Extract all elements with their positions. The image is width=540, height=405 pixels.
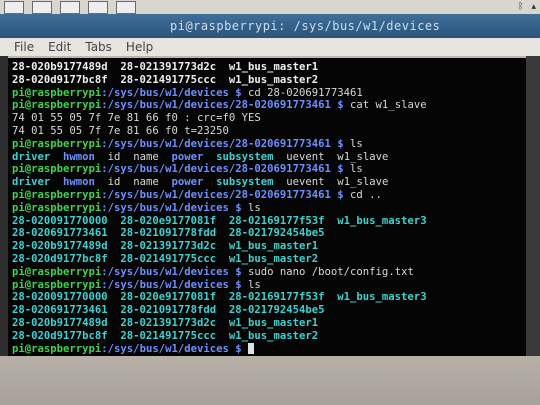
terminal-text: :/sys/bus/w1/devices/28-020691773461 $ xyxy=(101,188,351,201)
terminal-text: pi@raspberrypi xyxy=(12,188,102,201)
terminal-output[interactable]: 28-020b9177489d 28-021391773d2c w1_bus_m… xyxy=(8,58,526,356)
terminal-text: 74 01 55 05 7f 7e 81 66 f0 : crc=f0 YES xyxy=(12,112,261,125)
terminal-text: 28-020691773461 28-021091778fdd 28-02179… xyxy=(12,227,325,240)
menu-edit[interactable]: Edit xyxy=(48,40,71,54)
terminal-text: :/sys/bus/w1/devices/28-020691773461 $ xyxy=(101,163,351,176)
monitor-bezel xyxy=(0,356,540,405)
terminal-text: 28-020091770000 28-020e9177081f 28-02169… xyxy=(12,214,427,227)
terminal-text: ls xyxy=(350,163,363,176)
terminal-text: pi@raspberrypi xyxy=(12,278,102,291)
terminal-text: 28-020b9177489d 28-021391773d2c w1_bus_m… xyxy=(12,61,319,73)
terminal-line: 28-020691773461 28-021091778fdd 28-02179… xyxy=(12,304,522,317)
terminal-text: pi@raspberrypi xyxy=(12,86,102,99)
terminal-line: 28-020d9177bc8f 28-021491775ccc w1_bus_m… xyxy=(12,253,522,266)
terminal-text: :/sys/bus/w1/devices $ xyxy=(101,201,248,214)
terminal-text: 28-020b9177489d 28-021391773d2c w1_bus_m… xyxy=(12,316,319,329)
terminal-line: pi@raspberrypi:/sys/bus/w1/devices/28-02… xyxy=(12,189,522,202)
terminal-text: hwmon xyxy=(63,176,95,189)
terminal-text: :/sys/bus/w1/devices/28-020691773461 $ xyxy=(101,137,351,150)
terminal-line: 28-020091770000 28-020e9177081f 28-02169… xyxy=(12,215,522,228)
terminal-line: 28-020d9177bc8f 28-021491775ccc w1_bus_m… xyxy=(12,330,522,343)
terminal-text: pi@raspberrypi xyxy=(12,163,102,176)
terminal-line: driver hwmon id name power subsystem uev… xyxy=(12,176,522,189)
terminal-line: pi@raspberrypi:/sys/bus/w1/devices/28-02… xyxy=(12,138,522,151)
terminal-text: 28-020691773461 28-021091778fdd 28-02179… xyxy=(12,304,325,317)
top-panel: ᛒ ▴ xyxy=(0,0,540,14)
terminal-line: pi@raspberrypi:/sys/bus/w1/devices $ sud… xyxy=(12,266,522,279)
menu-bar: File Edit Tabs Help xyxy=(0,38,540,56)
terminal-text: 28-020d9177bc8f 28-021491775ccc w1_bus_m… xyxy=(12,73,319,86)
terminal-line: 28-020b9177489d 28-021391773d2c w1_bus_m… xyxy=(12,240,522,253)
terminal-line: 28-020691773461 28-021091778fdd 28-02179… xyxy=(12,227,522,240)
terminal-text: pi@raspberrypi xyxy=(12,99,102,112)
menu-file[interactable]: File xyxy=(14,40,34,54)
terminal-line: 28-020b9177489d 28-021391773d2c w1_bus_m… xyxy=(12,317,522,330)
terminal-text: 28-020d9177bc8f 28-021491775ccc w1_bus_m… xyxy=(12,252,319,265)
terminal-line: driver hwmon id name power subsystem uev… xyxy=(12,151,522,164)
terminal-text: pi@raspberrypi xyxy=(12,201,102,214)
terminal-text: 28-020091770000 28-020e9177081f 28-02169… xyxy=(12,291,427,304)
terminal-line: 28-020b9177489d 28-021391773d2c w1_bus_m… xyxy=(12,61,522,74)
network-icon[interactable]: ▴ xyxy=(531,2,536,12)
terminal-text: 28-020d9177bc8f 28-021491775ccc w1_bus_m… xyxy=(12,329,319,342)
menu-tabs[interactable]: Tabs xyxy=(85,40,112,54)
terminal-text: uevent w1_slave xyxy=(273,150,389,163)
terminal-text: driver xyxy=(12,150,64,163)
terminal-line: pi@raspberrypi:/sys/bus/w1/devices/28-02… xyxy=(12,99,522,112)
terminal-text: subsystem xyxy=(216,150,274,163)
terminal-text: id name xyxy=(94,150,172,163)
terminal-text: :/sys/bus/w1/devices $ xyxy=(101,86,248,99)
terminal-line: pi@raspberrypi:/sys/bus/w1/devices $ cd … xyxy=(12,87,522,100)
monitor-edge-left xyxy=(0,56,8,356)
terminal-text: 74 01 55 05 7f 7e 81 66 f0 t=23250 xyxy=(12,124,229,137)
window-title: pi@raspberrypi: /sys/bus/w1/devices xyxy=(170,19,441,33)
terminal-line: 28-020d9177bc8f 28-021491775ccc w1_bus_m… xyxy=(12,74,522,87)
system-tray: ᛒ ▴ xyxy=(518,0,536,14)
terminal-window-icon[interactable] xyxy=(116,0,136,14)
terminal-text: ls xyxy=(248,278,261,291)
terminal-text: 28-020b9177489d 28-021391773d2c w1_bus_m… xyxy=(12,240,319,253)
terminal-cursor xyxy=(248,342,254,354)
terminal-line: 74 01 55 05 7f 7e 81 66 f0 t=23250 xyxy=(12,125,522,138)
terminal-text: cd .. xyxy=(350,188,382,201)
terminal-text: subsystem xyxy=(216,176,274,189)
terminal-text: power xyxy=(171,176,204,189)
terminal-line: 28-020091770000 28-020e9177081f 28-02169… xyxy=(12,291,522,304)
terminal-text: cat w1_slave xyxy=(350,99,427,112)
terminal-line: 74 01 55 05 7f 7e 81 66 f0 : crc=f0 YES xyxy=(12,112,522,125)
file-manager-icon[interactable] xyxy=(60,0,80,14)
terminal-line: pi@raspberrypi:/sys/bus/w1/devices $ ls xyxy=(12,202,522,215)
taskbar-app-icons xyxy=(0,0,136,14)
bluetooth-icon[interactable]: ᛒ xyxy=(518,2,523,12)
terminal-text: sudo nano /boot/config.txt xyxy=(248,265,414,278)
terminal-text: pi@raspberrypi xyxy=(12,137,102,150)
window-titlebar[interactable]: pi@raspberrypi: /sys/bus/w1/devices xyxy=(0,14,540,38)
terminal-text: pi@raspberrypi xyxy=(12,342,102,355)
browser-icon[interactable] xyxy=(32,0,52,14)
terminal-line: pi@raspberrypi:/sys/bus/w1/devices $ xyxy=(12,342,522,356)
terminal-text: :/sys/bus/w1/devices $ xyxy=(101,342,248,355)
terminal-text: cd 28-020691773461 xyxy=(248,86,363,99)
terminal-text: uevent w1_slave xyxy=(273,176,389,189)
terminal-text: ls xyxy=(248,201,261,214)
terminal-text: hwmon xyxy=(63,150,95,163)
terminal-text: power xyxy=(171,150,204,163)
menu-icon[interactable] xyxy=(4,0,24,14)
terminal-text: :/sys/bus/w1/devices $ xyxy=(101,265,248,278)
terminal-text: pi@raspberrypi xyxy=(12,265,102,278)
terminal-text: ls xyxy=(350,137,363,150)
terminal-text: driver xyxy=(12,176,64,189)
terminal-text: :/sys/bus/w1/devices $ xyxy=(101,278,248,291)
terminal-line: pi@raspberrypi:/sys/bus/w1/devices $ ls xyxy=(12,279,522,292)
terminal-text: id name xyxy=(94,176,172,189)
terminal-text: :/sys/bus/w1/devices/28-020691773461 $ xyxy=(101,99,351,112)
menu-help[interactable]: Help xyxy=(126,40,153,54)
terminal-line: pi@raspberrypi:/sys/bus/w1/devices/28-02… xyxy=(12,163,522,176)
monitor-edge-right xyxy=(526,56,540,356)
terminal-icon[interactable] xyxy=(88,0,108,14)
